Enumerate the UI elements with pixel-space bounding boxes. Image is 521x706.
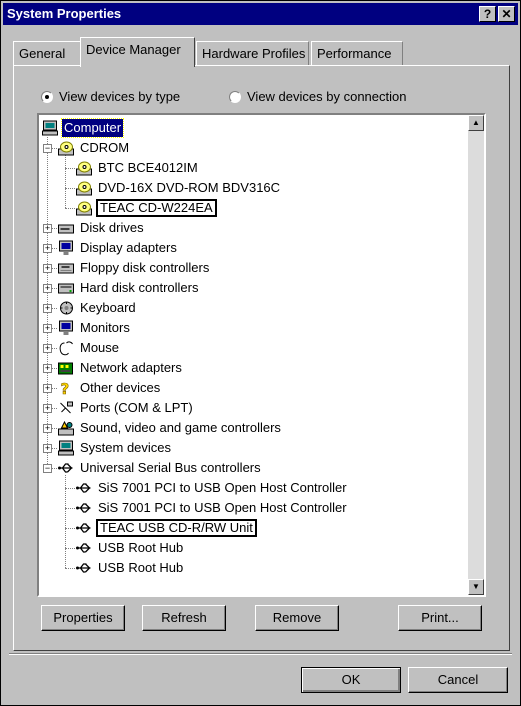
remove-button[interactable]: Remove (255, 605, 339, 631)
refresh-button[interactable]: Refresh (142, 605, 226, 631)
tree-item-label: USB Root Hub (98, 560, 184, 575)
network-adapter-icon (57, 360, 75, 376)
help-button[interactable]: ? (479, 6, 496, 22)
expand-icon[interactable]: + (43, 244, 52, 253)
cdrom-icon (57, 140, 75, 156)
title-bar[interactable]: System Properties ? ✕ (3, 3, 518, 25)
monitor-icon (57, 240, 75, 256)
expand-icon[interactable]: + (43, 404, 52, 413)
expand-icon[interactable]: + (43, 444, 52, 453)
tree-item-label: Monitors (80, 320, 130, 335)
sound-controller-icon (57, 420, 75, 436)
tab-hardware-profiles[interactable]: Hardware Profiles (196, 41, 309, 65)
tree-scrollbar[interactable]: ▲ ▼ (468, 115, 484, 595)
tree-item-label: Computer (60, 118, 125, 138)
ok-button[interactable]: OK (301, 667, 401, 693)
cdrom-icon (75, 180, 93, 196)
expand-icon[interactable]: + (43, 304, 52, 313)
usb-icon (57, 460, 75, 476)
collapse-icon[interactable]: − (43, 144, 52, 153)
computer-icon (41, 120, 59, 136)
view-by-type-radio[interactable] (41, 91, 53, 103)
tree-item-label: TEAC CD-W224EA (96, 199, 217, 217)
usb-icon (75, 560, 93, 576)
tree-item-label: Network adapters (80, 360, 182, 375)
monitor-icon (57, 320, 75, 336)
tree-connector (65, 155, 66, 208)
usb-icon (75, 540, 93, 556)
expand-icon[interactable]: + (43, 364, 52, 373)
tree-connector (65, 508, 75, 509)
divider (9, 653, 512, 655)
tree-item-label: Universal Serial Bus controllers (80, 460, 261, 475)
collapse-icon[interactable]: − (43, 464, 52, 473)
hard-disk-controller-icon (57, 280, 75, 296)
cdrom-icon (75, 200, 93, 216)
tree-item-label: System devices (80, 440, 172, 455)
system-properties-window: System Properties ? ✕ General Device Man… (0, 0, 521, 706)
tree-item-label: Hard disk controllers (80, 280, 199, 295)
tree-connector (65, 168, 75, 169)
expand-icon[interactable]: + (43, 324, 52, 333)
properties-button[interactable]: Properties (41, 605, 125, 631)
tree-item-label: CDROM (80, 140, 130, 155)
tree-item-label: BTC BCE4012IM (98, 160, 198, 175)
computer-icon (57, 440, 75, 456)
tree-item-label: Mouse (80, 340, 120, 355)
scroll-down-button[interactable]: ▼ (468, 579, 484, 595)
tree-item-label: Sound, video and game controllers (80, 420, 281, 435)
device-tree[interactable]: ▲ ▼ Computer CDROM − BTC BCE4012IM DVD-16X D… (37, 113, 486, 597)
expand-icon[interactable]: + (43, 284, 52, 293)
tab-general[interactable]: General (13, 41, 81, 65)
tree-item-label: Floppy disk controllers (80, 260, 210, 275)
keyboard-icon (57, 300, 75, 316)
tab-device-manager[interactable]: Device Manager (80, 37, 195, 67)
expand-icon[interactable]: + (43, 264, 52, 273)
expand-icon[interactable]: + (43, 344, 52, 353)
print-button[interactable]: Print... (398, 605, 482, 631)
tree-connector (65, 208, 75, 209)
tree-connector (65, 568, 75, 569)
question-mark-icon: ? (57, 380, 75, 399)
floppy-controller-icon (57, 260, 75, 276)
tree-item-label: DVD-16X DVD-ROM BDV316C (98, 180, 281, 195)
expand-icon[interactable]: + (43, 424, 52, 433)
view-by-connection-radio[interactable] (229, 91, 241, 103)
usb-icon (75, 480, 93, 496)
close-button[interactable]: ✕ (498, 6, 515, 22)
tree-item-label: Display adapters (80, 240, 177, 255)
cdrom-icon (75, 160, 93, 176)
tree-connector (65, 528, 75, 529)
mouse-icon (57, 340, 75, 356)
tree-item-label: Ports (COM & LPT) (80, 400, 193, 415)
usb-icon (75, 500, 93, 516)
tree-item-label: Keyboard (80, 300, 136, 315)
tab-performance[interactable]: Performance (311, 41, 403, 65)
window-title: System Properties (7, 6, 122, 21)
disk-drive-icon (57, 220, 75, 236)
view-by-connection-label: View devices by connection (247, 89, 407, 104)
tree-item-label: SiS 7001 PCI to USB Open Host Controller (98, 500, 347, 515)
svg-text:?: ? (61, 380, 70, 396)
expand-icon[interactable]: + (43, 384, 52, 393)
tree-item-label: Other devices (80, 380, 161, 395)
expand-icon[interactable]: + (43, 224, 52, 233)
tree-item-label: USB Root Hub (98, 540, 184, 555)
tree-item-label: Disk drives (80, 220, 144, 235)
usb-icon (75, 520, 93, 536)
view-by-type-label: View devices by type (59, 89, 181, 104)
tree-connector (65, 548, 75, 549)
tree-item-label: SiS 7001 PCI to USB Open Host Controller (98, 480, 347, 495)
tree-item-label: TEAC USB CD-R/RW Unit (96, 519, 257, 537)
cancel-button[interactable]: Cancel (408, 667, 508, 693)
tree-connector (65, 488, 75, 489)
scroll-up-button[interactable]: ▲ (468, 115, 484, 131)
tree-connector (65, 188, 75, 189)
port-icon (57, 400, 75, 416)
